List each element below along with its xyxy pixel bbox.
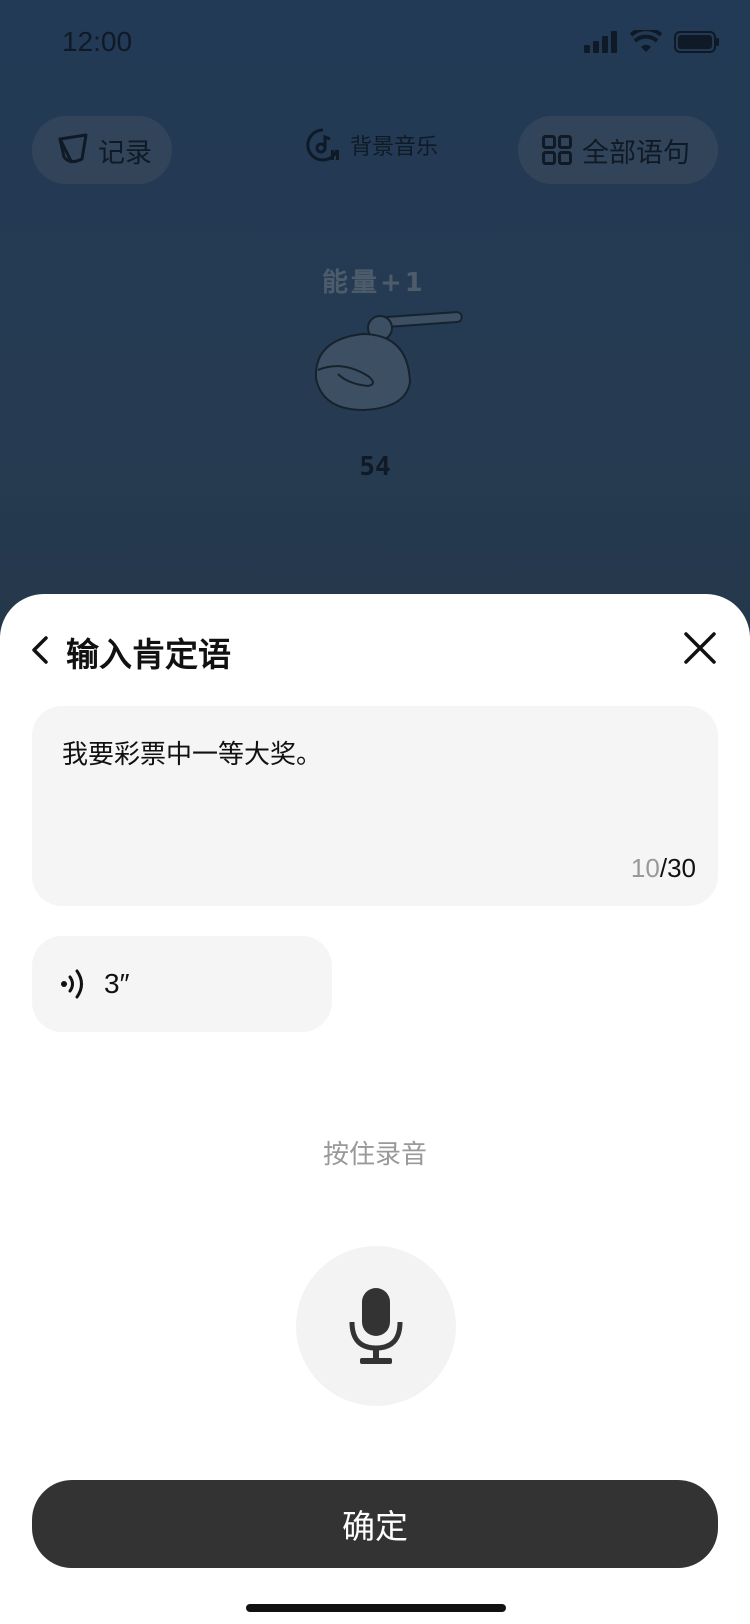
char-count-current: 10	[630, 853, 660, 883]
char-count-max: /30	[659, 853, 696, 883]
microphone-icon	[349, 1288, 403, 1364]
record-mic-button[interactable]	[296, 1246, 456, 1406]
music-icon	[306, 128, 339, 162]
battery-icon	[674, 31, 719, 53]
all-sentences-button[interactable]: 全部语句	[518, 116, 718, 184]
sound-wave-icon	[61, 969, 83, 999]
wifi-icon	[630, 30, 662, 52]
singing-bowl-illustration[interactable]	[312, 310, 472, 430]
record-label: 记录	[98, 137, 152, 169]
leaf-icon	[58, 133, 88, 164]
background-music-toggle[interactable]: 背景音乐	[306, 128, 438, 162]
affirmation-text-field[interactable]: 我要彩票中一等大奖。 10/30	[32, 706, 718, 906]
voice-duration: 3″	[104, 968, 130, 999]
confirm-button[interactable]: 确定	[32, 1480, 718, 1568]
hold-to-record-hint: 按住录音	[322, 1140, 427, 1170]
record-button[interactable]: 记录	[32, 116, 172, 184]
back-chevron-icon[interactable]	[28, 632, 52, 668]
close-icon[interactable]	[678, 626, 722, 670]
sheet-title: 输入肯定语	[66, 635, 231, 674]
status-bar: 12:00	[0, 0, 750, 90]
signal-icon	[584, 31, 617, 53]
sheet-header: 输入肯定语	[0, 620, 750, 680]
voice-recording-chip[interactable]: 3″	[32, 936, 332, 1032]
music-label: 背景音乐	[350, 135, 439, 160]
energy-count: 54	[359, 452, 391, 482]
char-counter: 10/30	[631, 853, 696, 884]
status-icons	[584, 30, 720, 54]
affirmation-input-sheet: 输入肯定语 我要彩票中一等大奖。 10/30 3″ 按住录音 确定	[0, 594, 750, 1624]
energy-label: 能量+1	[322, 268, 426, 298]
home-indicator	[246, 1604, 506, 1612]
status-time: 12:00	[62, 26, 133, 57]
all-sentences-label: 全部语句	[582, 137, 690, 169]
affirmation-text-value: 我要彩票中一等大奖。	[62, 740, 323, 770]
grid-icon	[542, 135, 572, 165]
